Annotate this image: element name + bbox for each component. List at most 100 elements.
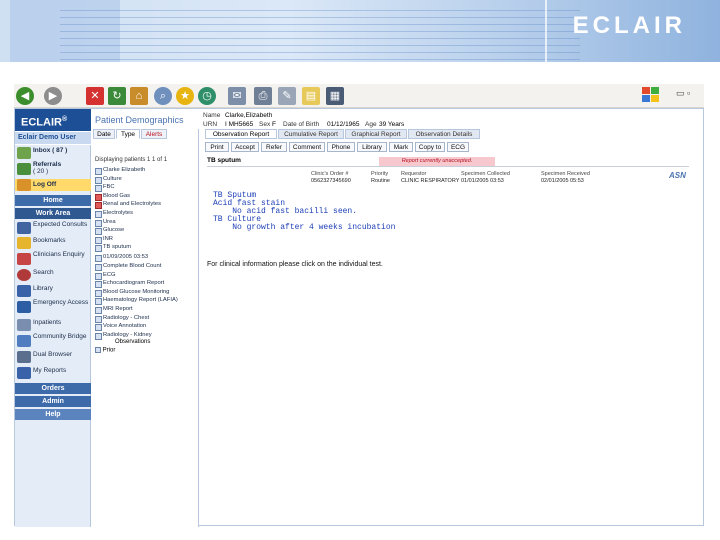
banner-ghost-screenshot (60, 4, 580, 60)
search-icon[interactable]: ⌕ (154, 87, 172, 105)
nav-admin[interactable]: Admin (15, 396, 91, 407)
list-item[interactable]: MRI Report (95, 306, 133, 314)
list-item[interactable]: Voice Annotation (95, 323, 146, 332)
print-icon[interactable]: ⎙ (254, 87, 272, 105)
nav-emergency-access[interactable]: Emergency Access (15, 299, 91, 315)
emergency-icon (17, 301, 31, 313)
tab-type[interactable]: Type (116, 129, 140, 139)
clinical-info-note: For clinical information please click on… (207, 261, 383, 268)
list-header: Displaying patients 1 1 of 1 (95, 157, 168, 163)
accept-button[interactable]: Accept (231, 142, 259, 152)
list-item[interactable]: FBC (95, 184, 115, 193)
result-line-5: No growth after 4 weeks incubation (213, 223, 396, 232)
list-item[interactable]: Radiology - Kidney (95, 332, 152, 340)
back-icon[interactable]: ◀ (16, 87, 34, 105)
library-button[interactable]: Library (357, 142, 387, 152)
nav-orders[interactable]: Orders (15, 383, 91, 394)
nav-logoff[interactable]: Log Off (15, 179, 91, 191)
browser-toolbar: ◀ ▶ ✕ ↻ ⌂ ⌕ ★ ◷ ✉ ⎙ ✎ ▤ ▦ ▭ ▫ (14, 84, 704, 108)
nav-work-area[interactable]: Work Area (15, 208, 91, 219)
asn-badge: ASN (669, 171, 686, 180)
meta-value-collected: 01/01/2005 03:53 (461, 178, 504, 184)
list-item[interactable]: Haematology Report (LAFIA) (95, 297, 178, 306)
favorites-icon[interactable]: ★ (176, 87, 194, 105)
tab-observation-details[interactable]: Observation Details (408, 129, 480, 139)
refresh-icon[interactable]: ↻ (108, 87, 126, 105)
dual-browser-icon (17, 351, 31, 363)
list-item[interactable]: Renal and Electrolytes (95, 201, 161, 210)
stop-icon[interactable]: ✕ (86, 87, 104, 105)
list-item[interactable]: Glucose (95, 227, 124, 236)
tab-date[interactable]: Date (93, 129, 115, 139)
mail-icon[interactable]: ✉ (228, 87, 246, 105)
nav-my-reports[interactable]: My Reports (15, 367, 91, 379)
referrals-icon (17, 163, 31, 175)
list-item[interactable]: Blood Gas (95, 193, 130, 201)
nav-bookmarks[interactable]: Bookmarks (15, 237, 91, 249)
slide-banner: ECLAIR (0, 0, 720, 62)
left-nav: Inbox ( 87 ) Referrals( 20 ) Log Off Hom… (15, 145, 91, 527)
research-icon[interactable]: ▦ (326, 87, 344, 105)
dob-value: 01/12/1965 (327, 121, 360, 128)
nav-search[interactable]: Search (15, 269, 91, 281)
meta-header-priority: Priority (371, 171, 389, 177)
copy-to-button[interactable]: Copy to (415, 142, 445, 152)
comment-button[interactable]: Comment (289, 142, 325, 152)
nav-inpatients[interactable]: Inpatients (15, 319, 91, 331)
nav-referrals[interactable]: Referrals( 20 ) (15, 161, 91, 177)
meta-value-requestor: CLINIC RESPIRATORY (401, 178, 460, 184)
forward-icon[interactable]: ▶ (44, 87, 62, 105)
nav-inbox[interactable]: Inbox ( 87 ) (15, 147, 91, 159)
nav-dual-browser[interactable]: Dual Browser (15, 351, 91, 363)
list-item[interactable]: Urea (95, 219, 116, 227)
edit-icon[interactable]: ✎ (278, 87, 296, 105)
age-value: 39 Years (379, 121, 405, 128)
window-controls[interactable]: ▭ ▫ (676, 88, 698, 102)
tab-graphical-report[interactable]: Graphical Report (345, 129, 407, 139)
tab-observation-report[interactable]: Observation Report (205, 129, 277, 139)
list-item[interactable]: Clarke Elizabeth (95, 167, 145, 175)
eclair-app: ECLAIR® Eclair Demo User Patient Demogra… (14, 108, 705, 527)
nav-help[interactable]: Help (15, 409, 91, 420)
list-item[interactable]: Echocardiogram Report (95, 280, 164, 289)
patient-demographics-title: Patient Demographics (95, 115, 184, 125)
bookmarks-icon (17, 237, 31, 249)
prior-link[interactable]: Prior (95, 347, 115, 354)
meta-header-received: Specimen Received (541, 171, 590, 177)
ecg-button[interactable]: ECG (447, 142, 469, 152)
list-item[interactable]: TB sputum (95, 244, 131, 253)
sex-value: F (272, 121, 276, 128)
tab-cumulative-report[interactable]: Cumulative Report (278, 129, 344, 139)
list-item[interactable]: Radiology - Chest (95, 315, 149, 323)
inbox-icon (17, 147, 31, 159)
mark-button[interactable]: Mark (389, 142, 413, 152)
tab-alerts[interactable]: Alerts (141, 129, 167, 139)
nav-expected-consults[interactable]: Expected Consults (15, 221, 91, 235)
home-icon[interactable]: ⌂ (130, 87, 148, 105)
list-item[interactable]: Blood Glucose Monitoring (95, 289, 169, 297)
urn-value: I MH5665 (225, 121, 254, 128)
discuss-icon[interactable]: ▤ (302, 87, 320, 105)
reports-icon (17, 367, 31, 379)
windows-logo-icon (642, 87, 660, 103)
meta-value-priority: Routine (371, 178, 390, 184)
phone-button[interactable]: Phone (327, 142, 355, 152)
list-item[interactable]: ECG (95, 272, 116, 280)
nav-community-bridge[interactable]: Community Bridge (15, 333, 91, 349)
report-area: Observation Report Cumulative Report Gra… (201, 129, 705, 527)
search-nav-icon (17, 269, 31, 281)
list-item[interactable]: Culture (95, 176, 122, 184)
age-label: Age (365, 121, 377, 128)
print-button[interactable]: Print (205, 142, 229, 152)
nav-library[interactable]: Library (15, 285, 91, 297)
refer-button[interactable]: Refer (261, 142, 287, 152)
list-item[interactable]: INR (95, 236, 113, 244)
list-item[interactable]: 01/09/2005 03:53 (95, 254, 148, 263)
list-item[interactable]: Complete Blood Count (95, 263, 161, 271)
history-icon[interactable]: ◷ (198, 87, 216, 105)
nav-clinicians-enquiry[interactable]: Clinicians Enquiry (15, 251, 91, 267)
name-value: Clarke,Elizabeth (225, 112, 273, 119)
list-item[interactable]: Electrolytes (95, 210, 133, 218)
nav-home[interactable]: Home (15, 195, 91, 206)
unaccepted-warning: Report currently unaccepted. (379, 157, 495, 166)
